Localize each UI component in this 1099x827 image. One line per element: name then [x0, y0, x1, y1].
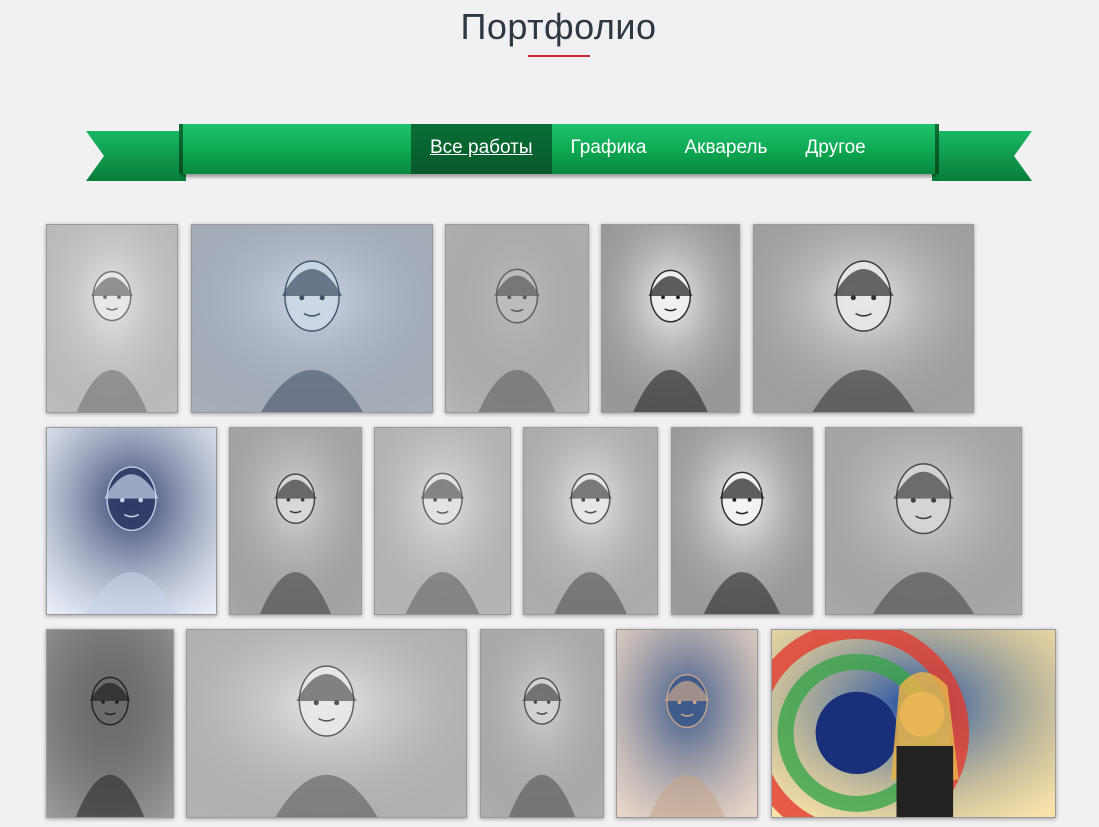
portfolio-thumbnail-man-blue-watercolor[interactable]	[616, 629, 758, 818]
artwork-image	[672, 428, 812, 614]
artwork-image	[230, 428, 361, 614]
artwork-image	[187, 630, 466, 817]
category-ribbon: Все работы Графика Акварель Другое	[86, 124, 1032, 184]
artwork-image	[47, 428, 216, 614]
tab-all-works[interactable]: Все работы	[411, 124, 552, 174]
artwork-image	[772, 630, 1055, 817]
portfolio-thumbnail-man-sketch[interactable]	[374, 427, 511, 615]
filter-nav: Все работы Графика Акварель Другое	[411, 124, 885, 174]
artwork-image	[47, 630, 173, 817]
page-title: Портфолио	[460, 6, 657, 47]
artwork-image	[375, 428, 510, 614]
portfolio-thumbnail-man-window[interactable]	[825, 427, 1022, 615]
artwork-image	[192, 225, 432, 412]
portfolio-thumbnail-man-sketch-2[interactable]	[523, 427, 658, 615]
portfolio-thumbnail-man-portrait[interactable]	[445, 224, 589, 413]
portfolio-thumbnail-man-striped-shirt[interactable]	[480, 629, 604, 818]
title-underline	[528, 55, 590, 57]
portfolio-thumbnail-man-blue-dark[interactable]	[46, 427, 217, 615]
ribbon-tail-left	[86, 131, 186, 181]
portfolio-thumbnail-pianist[interactable]	[191, 224, 433, 413]
artwork-image	[617, 630, 757, 817]
portfolio-thumbnail-reclining-woman[interactable]	[186, 629, 467, 818]
tab-graphics[interactable]: Графика	[552, 124, 666, 174]
portfolio-thumbnail-blonde-wheel[interactable]	[771, 629, 1056, 818]
artwork-image	[826, 428, 1021, 614]
artwork-image	[524, 428, 657, 614]
artwork-image	[754, 225, 973, 412]
artwork-image	[446, 225, 588, 412]
artwork-image	[47, 225, 177, 412]
ribbon-tail-right	[932, 131, 1032, 181]
tab-watercolor[interactable]: Акварель	[665, 124, 786, 174]
artwork-image	[602, 225, 739, 412]
portfolio-thumbnail-boy-portrait[interactable]	[46, 629, 174, 818]
portfolio-thumbnail-woman-ponytail[interactable]	[671, 427, 813, 615]
portfolio-thumbnail-girl-black-shirt[interactable]	[601, 224, 740, 413]
artwork-image	[481, 630, 603, 817]
portfolio-thumbnail-woman-hood[interactable]	[753, 224, 974, 413]
ribbon-main: Все работы Графика Акварель Другое	[179, 124, 939, 174]
tab-other[interactable]: Другое	[786, 124, 884, 174]
portfolio-thumbnail-girl-portrait[interactable]	[46, 224, 178, 413]
portfolio-thumbnail-curly-woman[interactable]	[229, 427, 362, 615]
